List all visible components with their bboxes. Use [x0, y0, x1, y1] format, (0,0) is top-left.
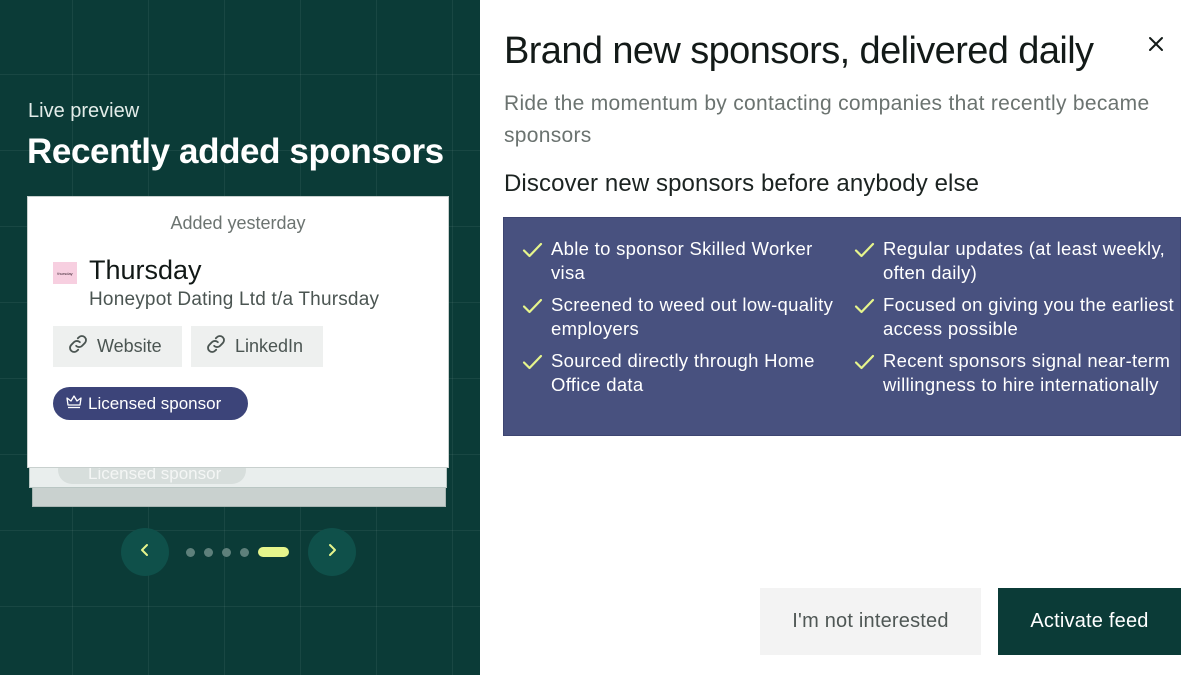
sponsor-card: Added yesterday thursday Thursday Honeyp…	[27, 196, 449, 468]
modal-subtitle: Ride the momentum by contacting companie…	[504, 92, 1150, 147]
check-icon	[854, 352, 875, 370]
website-link-button[interactable]: Website	[53, 326, 182, 367]
check-icon	[522, 240, 543, 258]
discover-heading: Discover new sponsors before anybody els…	[504, 170, 980, 197]
carousel-dot[interactable]	[204, 547, 213, 557]
feature-item: Able to sponsor Skilled Worker visa	[522, 237, 842, 284]
carousel-dot[interactable]	[186, 547, 195, 557]
features-left-column: Able to sponsor Skilled Worker visa Scree…	[522, 237, 842, 405]
close-button[interactable]	[1143, 33, 1169, 59]
preview-label: Live preview	[28, 100, 140, 122]
feature-text: Focused on giving you the earliest acces…	[883, 294, 1174, 339]
carousel-dot[interactable]	[240, 547, 249, 557]
crown-icon	[66, 394, 82, 414]
modal-title: Brand new sponsors, delivered daily	[504, 30, 1094, 72]
feature-text: Regular updates (at least weekly, often …	[883, 238, 1166, 283]
feature-item: Recent sponsors signal near-term willing…	[854, 349, 1174, 396]
feature-item: Sourced directly through Home Office dat…	[522, 349, 842, 396]
feature-text: Screened to weed out low-quality employe…	[551, 294, 834, 339]
carousel-dot[interactable]	[258, 547, 289, 557]
company-logo: thursday	[53, 262, 77, 284]
feature-item: Screened to weed out low-quality employe…	[522, 293, 842, 340]
company-name: Thursday	[89, 255, 202, 285]
website-label: Website	[97, 336, 162, 356]
check-icon	[522, 352, 543, 370]
badge-label: Licensed sponsor	[88, 393, 222, 413]
activate-feed-button[interactable]: Activate feed	[998, 588, 1181, 655]
carousel-dots	[186, 547, 289, 557]
live-preview-panel: Live preview Recently added sponsors Lic…	[0, 0, 480, 675]
feature-item: Focused on giving you the earliest acces…	[854, 293, 1174, 340]
check-icon	[854, 240, 875, 258]
not-interested-button[interactable]: I'm not interested	[760, 588, 981, 655]
carousel-prev-button[interactable]	[121, 528, 169, 576]
chevron-right-icon	[324, 542, 340, 563]
feature-text: Recent sponsors signal near-term willing…	[883, 350, 1171, 395]
licensed-sponsor-badge: Licensed sponsor	[53, 387, 248, 420]
features-right-column: Regular updates (at least weekly, often …	[854, 237, 1174, 405]
preview-title: Recently added sponsors	[27, 132, 444, 171]
linkedin-label: LinkedIn	[235, 336, 304, 356]
company-logo-text: thursday	[57, 270, 73, 276]
link-icon	[205, 333, 227, 360]
feature-text: Sourced directly through Home Office dat…	[551, 350, 815, 395]
added-date: Added yesterday	[170, 213, 306, 233]
close-icon	[1148, 36, 1164, 57]
feature-item: Regular updates (at least weekly, often …	[854, 237, 1174, 284]
check-icon	[854, 296, 875, 314]
link-icon	[67, 333, 89, 360]
chevron-left-icon	[137, 542, 153, 563]
check-icon	[522, 296, 543, 314]
company-legal-name: Honeypot Dating Ltd t/a Thursday	[89, 289, 380, 310]
linkedin-link-button[interactable]: LinkedIn	[191, 326, 323, 367]
carousel-dot[interactable]	[222, 547, 231, 557]
feature-text: Able to sponsor Skilled Worker visa	[551, 238, 813, 283]
features-box: Able to sponsor Skilled Worker visa Scree…	[503, 217, 1181, 436]
carousel-next-button[interactable]	[308, 528, 356, 576]
